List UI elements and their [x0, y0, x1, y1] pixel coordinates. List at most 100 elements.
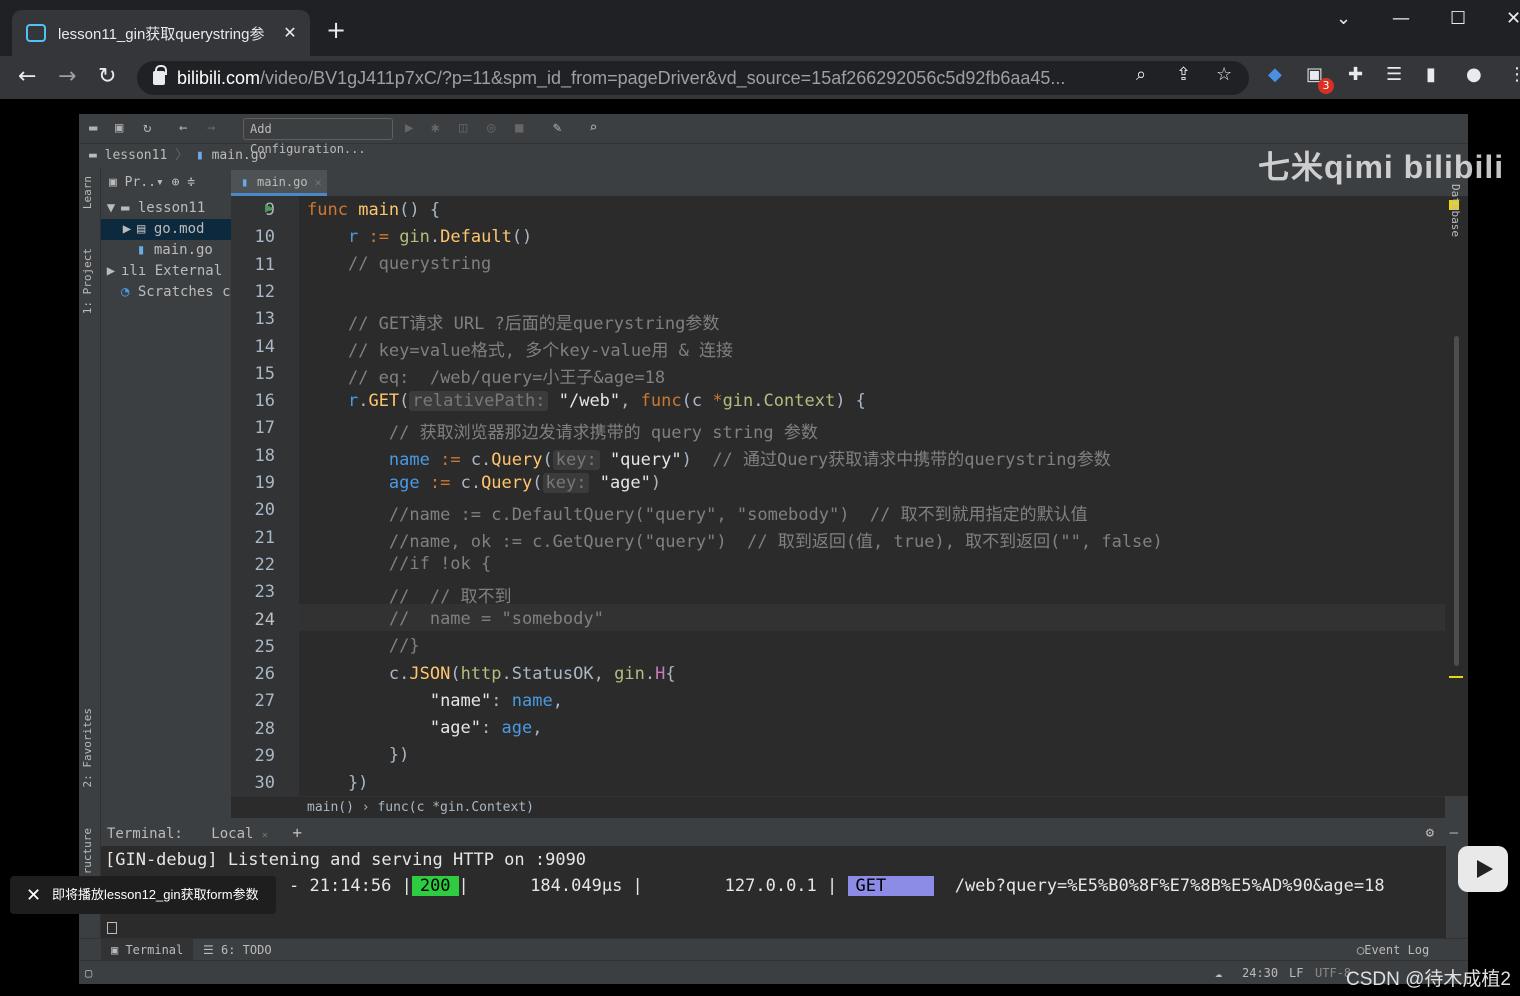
- project-view-selector[interactable]: ▣ Pr..▾ ⊕ ≑: [101, 168, 231, 198]
- close-tab-icon[interactable]: ✕: [262, 830, 268, 841]
- folder-icon: ▬: [89, 148, 105, 163]
- library-icon: ılı: [121, 263, 155, 279]
- line-separator[interactable]: LF: [1289, 961, 1303, 985]
- tree-arrow[interactable]: ▶: [117, 219, 137, 240]
- run-gutter-icon[interactable]: ▶: [265, 200, 273, 216]
- tree-item-lesson11[interactable]: ▼ ▬ lesson11: [101, 198, 231, 219]
- breadcrumb-project[interactable]: lesson11: [105, 148, 168, 163]
- tab-event-log[interactable]: ◯Event Log: [1357, 939, 1429, 961]
- bookmark-star-icon[interactable]: ☆: [1216, 64, 1232, 85]
- address-bar[interactable]: bilibili.com /video/BV1gJ411p7xC/?p=11&s…: [137, 61, 1249, 95]
- learn-tab[interactable]: Learn: [81, 176, 94, 209]
- reload-icon[interactable]: ↻: [98, 64, 116, 90]
- back-icon[interactable]: ←: [18, 64, 36, 90]
- tree-item-main-go[interactable]: ▮ main.go: [101, 240, 231, 261]
- terminal-line-1: [GIN-debug] Listening and serving HTTP o…: [105, 850, 587, 870]
- editor-scrollbar[interactable]: [1445, 196, 1468, 796]
- line-number: 21: [254, 527, 275, 548]
- back-nav-icon[interactable]: ←: [179, 120, 187, 136]
- inspection-icon[interactable]: ☁: [1215, 961, 1222, 985]
- new-terminal-button[interactable]: +: [292, 823, 302, 842]
- debug-icon[interactable]: ✱: [431, 120, 439, 136]
- line-number: 16: [254, 391, 275, 412]
- browser-tab[interactable]: lesson11_gin获取querystring参 ✕: [12, 10, 310, 56]
- url-host: bilibili.com: [177, 67, 261, 88]
- editor-tab-label: main.go: [257, 175, 308, 189]
- code-line: func main() {: [307, 200, 441, 220]
- extensions-puzzle-icon[interactable]: ✚: [1348, 64, 1363, 85]
- maximize-icon[interactable]: ☐: [1450, 8, 1466, 29]
- project-tab[interactable]: 1: Project: [81, 248, 94, 314]
- method-badge: GET: [847, 876, 935, 896]
- minimize-icon[interactable]: —: [1392, 8, 1410, 29]
- tab-todo[interactable]: ☰ 6: TODO: [203, 939, 272, 961]
- project-view-label: Pr..▾: [124, 175, 164, 190]
- browser-toolbar: ← → ↻ bilibili.com /video/BV1gJ411p7xC/?…: [0, 56, 1520, 100]
- lock-icon: [153, 65, 167, 85]
- terminal-line-2: - 21:14:56 | 200 | 184.049µs | 127.0.0.1 |…: [289, 876, 1385, 896]
- bilibili-tv-play-icon[interactable]: [1458, 846, 1508, 892]
- tree-arrow[interactable]: ▼: [101, 198, 121, 219]
- line-number: 20: [254, 500, 275, 521]
- hide-panel-icon[interactable]: —: [1450, 820, 1458, 846]
- close-window-icon[interactable]: ✕: [1506, 8, 1520, 29]
- tree-label: External Li: [154, 263, 231, 279]
- close-icon[interactable]: ✕: [26, 876, 41, 914]
- database-tab[interactable]: Database: [1449, 184, 1462, 237]
- code-line: c.JSON(http.StatusOK, gin.H{: [307, 664, 676, 684]
- stop-icon[interactable]: ■: [515, 120, 523, 136]
- terminal-output[interactable]: [GIN-debug] Listening and serving HTTP o…: [101, 846, 1446, 938]
- code-breadcrumb[interactable]: main() › func(c *gin.Context): [231, 796, 1445, 818]
- code-editor[interactable]: func main() { r := gin.Default() // quer…: [299, 196, 1445, 796]
- new-tab-button[interactable]: +: [326, 18, 346, 42]
- tab-search-chevron-icon[interactable]: ⌄: [1336, 8, 1351, 29]
- scroll-thumb[interactable]: [1454, 336, 1459, 666]
- forward-nav-icon[interactable]: →: [207, 120, 215, 136]
- csdn-watermark: CSDN @待木成植2: [1346, 969, 1511, 990]
- next-video-toast[interactable]: ✕ 即将播放lesson12_gin获取form参数: [10, 876, 276, 914]
- status-bar: ▢ ☁ 24:30 LF UTF-8: [79, 960, 1468, 984]
- tab-main-go[interactable]: ▮ main.go ✕: [231, 170, 327, 196]
- add-configuration-button[interactable]: Add Configuration...: [243, 118, 393, 156]
- tree-item-go-mod[interactable]: ▶ ▤ go.mod: [101, 219, 231, 240]
- line-number: 19: [254, 473, 275, 493]
- tree-item-external-libraries[interactable]: ▶ılı External Li: [101, 261, 231, 282]
- share-icon[interactable]: ⇪: [1176, 64, 1191, 85]
- structure-tab[interactable]: ructure: [81, 828, 94, 874]
- wrench-icon[interactable]: ✎: [553, 120, 561, 136]
- sync-icon[interactable]: ↻: [143, 120, 151, 136]
- code-line: // // 取不到: [388, 587, 512, 607]
- collapse-icon[interactable]: ≑: [187, 175, 195, 190]
- close-tab-icon[interactable]: ✕: [278, 23, 302, 43]
- search-icon[interactable]: ⌕: [589, 120, 597, 136]
- tree-item-scratches[interactable]: ◔ Scratches c: [101, 282, 231, 303]
- favorites-tab[interactable]: 2: Favorites: [81, 708, 94, 787]
- line-number: 23: [254, 582, 275, 603]
- menu-kebab-icon[interactable]: ⋮: [1508, 64, 1520, 85]
- open-folder-icon[interactable]: ▬: [89, 120, 97, 136]
- profile-icon[interactable]: ◎: [487, 120, 495, 136]
- run-icon[interactable]: ▶: [405, 120, 413, 136]
- line-number: 13: [254, 309, 275, 330]
- extension-gem-icon[interactable]: ◆: [1268, 64, 1282, 85]
- gear-icon[interactable]: ⚙: [1426, 820, 1434, 846]
- warning-stripe[interactable]: [1449, 676, 1463, 678]
- locate-icon[interactable]: ⊕: [172, 175, 188, 190]
- forward-icon[interactable]: →: [58, 64, 76, 90]
- caret-position[interactable]: 24:30: [1242, 961, 1278, 985]
- zoom-icon[interactable]: ⌕: [1136, 64, 1146, 85]
- close-tab-icon[interactable]: ✕: [315, 176, 322, 189]
- media-control-icon[interactable]: ☰: [1386, 64, 1402, 85]
- code-line: }): [307, 773, 369, 793]
- panel-toggle-icon[interactable]: ▢: [85, 961, 92, 985]
- bilibili-watermark: 七米qimi bilibili: [1258, 149, 1505, 185]
- tree-arrow[interactable]: ▶: [101, 261, 121, 282]
- breadcrumb-file[interactable]: main.go: [212, 148, 267, 163]
- tab-terminal[interactable]: ▣ Terminal: [101, 939, 194, 961]
- code-line: r := gin.Default(): [347, 227, 533, 247]
- save-icon[interactable]: ▣: [115, 120, 123, 136]
- code-line: age := c.Query(key: "age"): [388, 473, 662, 493]
- profile-avatar[interactable]: ●: [1466, 64, 1482, 85]
- coverage-icon[interactable]: ◫: [459, 120, 467, 136]
- side-panel-icon[interactable]: ▮: [1426, 64, 1436, 85]
